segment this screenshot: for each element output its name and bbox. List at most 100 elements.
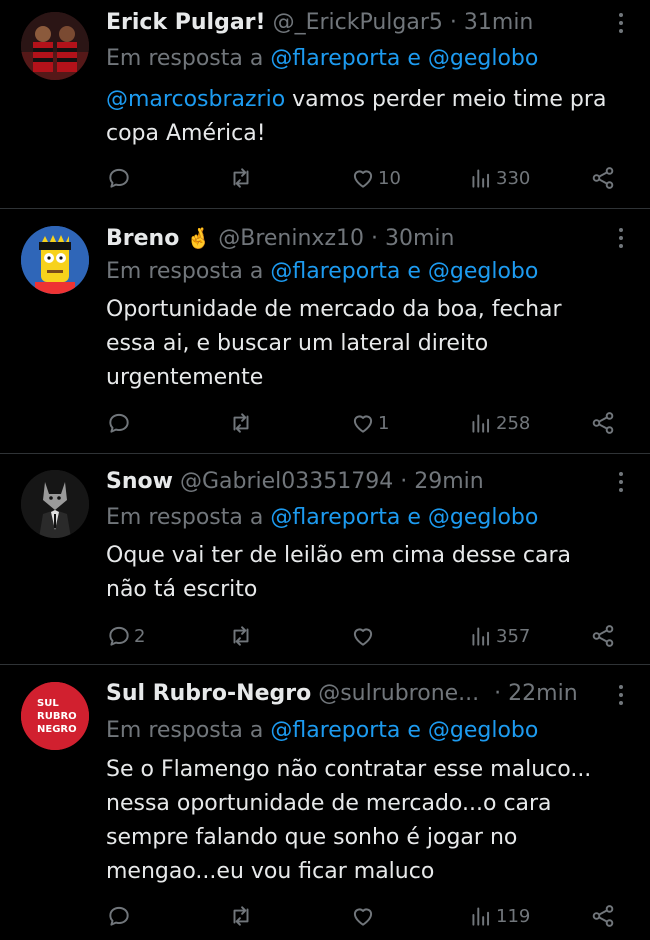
- tweet-text: @marcosbrazrio vamos perder meio time pr…: [106, 83, 626, 151]
- avatar-logo-text-2: RUBRO: [37, 711, 77, 722]
- separator: ·: [370, 226, 378, 251]
- more-icon[interactable]: [614, 680, 628, 710]
- display-name[interactable]: Breno: [106, 226, 179, 251]
- share-icon: [592, 625, 614, 647]
- tweet-header: Erick Pulgar! @_ErickPulgar5 · 31min: [106, 6, 600, 40]
- tweet-text-line: nessa oportunidade de mercado...o cara: [106, 791, 552, 816]
- like-count: 10: [378, 167, 401, 189]
- retweet-icon: [233, 906, 249, 926]
- reply-icon: [109, 413, 129, 433]
- timestamp[interactable]: 29min: [414, 469, 483, 494]
- avatar[interactable]: [21, 12, 89, 80]
- user-handle[interactable]: @Breninxz10: [218, 226, 364, 251]
- tweet-text-line: Oque vai ter de leilão em cima desse car…: [106, 543, 571, 568]
- tweet-text-segment: vamos perder meio time pra: [292, 87, 607, 112]
- share-button[interactable]: [590, 901, 616, 931]
- tweet-text: Oportunidade de mercado da boa, fechar e…: [106, 293, 626, 395]
- views-button[interactable]: 357: [468, 621, 530, 651]
- like-count: 1: [378, 412, 390, 434]
- more-icon[interactable]: [614, 8, 628, 38]
- reply-button[interactable]: [106, 901, 134, 931]
- view-count: 357: [496, 625, 531, 647]
- share-icon: [592, 905, 614, 927]
- retweet-icon: [233, 413, 249, 433]
- name-emoji: 🤞: [186, 226, 212, 250]
- tweet-header: Sul Rubro-Negro @sulrubrone... · 22min: [106, 677, 600, 711]
- tweet-sul-rubro-negro[interactable]: SUL RUBRO NEGRO Sul Rubro-Negro @sulrubr…: [0, 665, 650, 940]
- like-button[interactable]: [350, 901, 378, 931]
- retweet-button[interactable]: [228, 163, 254, 193]
- avatar-logo: SUL RUBRO NEGRO: [21, 682, 89, 750]
- retweet-button[interactable]: [228, 621, 254, 651]
- tweet-actions: 119: [106, 901, 630, 931]
- share-icon: [592, 412, 614, 434]
- user-handle[interactable]: @_ErickPulgar5: [273, 10, 443, 35]
- tweet-actions: 1 258: [106, 408, 630, 438]
- timestamp[interactable]: 22min: [508, 681, 577, 706]
- tweet-text-line: Se o Flamengo não contratar esse maluco.…: [106, 757, 592, 782]
- reply-mentions[interactable]: @flareporta e @geglobo: [270, 718, 538, 743]
- reply-button[interactable]: [106, 408, 134, 438]
- tweet-text-line: urgentemente: [106, 365, 264, 390]
- tweet-erick-pulgar[interactable]: Erick Pulgar! @_ErickPulgar5 · 31min Em …: [0, 0, 650, 209]
- avatar-image: [21, 470, 89, 538]
- share-button[interactable]: [590, 408, 616, 438]
- like-button[interactable]: [350, 621, 378, 651]
- avatar-logo-text-3: NEGRO: [37, 724, 77, 735]
- avatar[interactable]: SUL RUBRO NEGRO: [21, 682, 89, 750]
- avatar-image: [21, 226, 89, 294]
- share-icon: [592, 167, 614, 189]
- reply-mentions[interactable]: @flareporta e @geglobo: [270, 259, 538, 284]
- views-icon: [472, 627, 490, 646]
- views-icon: [472, 414, 490, 433]
- tweet-snow[interactable]: Snow @Gabriel03351794 · 29min Em respost…: [0, 454, 650, 665]
- more-icon[interactable]: [614, 467, 628, 497]
- tweet-text: Se o Flamengo não contratar esse maluco.…: [106, 753, 626, 889]
- timestamp[interactable]: 31min: [464, 10, 533, 35]
- more-icon[interactable]: [614, 223, 628, 253]
- display-name[interactable]: Erick Pulgar!: [106, 10, 266, 35]
- views-icon: [472, 907, 490, 926]
- tweet-header: Snow @Gabriel03351794 · 29min: [106, 465, 600, 499]
- reply-button[interactable]: [106, 163, 134, 193]
- reply-context: Em resposta a @flareporta e @geglobo: [106, 501, 538, 535]
- view-count: 330: [496, 167, 531, 189]
- views-icon: [472, 169, 490, 188]
- like-icon: [353, 628, 373, 646]
- avatar-logo-text-1: SUL: [37, 698, 59, 709]
- like-button[interactable]: 10: [350, 163, 401, 193]
- avatar[interactable]: [21, 226, 89, 294]
- user-handle[interactable]: @Gabriel03351794: [180, 469, 393, 494]
- tweet-text-line: Oportunidade de mercado da boa, fechar: [106, 297, 562, 322]
- tweet-header: Breno 🤞 @Breninxz10 · 30min: [106, 221, 600, 255]
- tweet-text-line: não tá escrito: [106, 577, 258, 602]
- tweet-text-line: mengao...eu vou ficar maluco: [106, 859, 435, 884]
- tweet-breno[interactable]: Breno 🤞 @Breninxz10 · 30min Em resposta …: [0, 209, 650, 454]
- retweet-button[interactable]: [228, 901, 254, 931]
- views-button[interactable]: 119: [468, 901, 530, 931]
- share-button[interactable]: [590, 621, 616, 651]
- reply-mentions[interactable]: @flareporta e @geglobo: [270, 505, 538, 530]
- user-handle[interactable]: @sulrubrone...: [318, 681, 479, 706]
- separator: ·: [449, 10, 457, 35]
- timestamp[interactable]: 30min: [385, 226, 454, 251]
- display-name[interactable]: Snow: [106, 469, 173, 494]
- avatar[interactable]: [21, 470, 89, 538]
- reply-button[interactable]: 2: [106, 621, 145, 651]
- mention-link[interactable]: @marcosbrazrio: [106, 87, 285, 112]
- display-name[interactable]: Sul Rubro-Negro: [106, 681, 311, 706]
- tweet-actions: 2 357: [106, 621, 630, 651]
- like-icon: [353, 170, 373, 188]
- views-button[interactable]: 258: [468, 408, 530, 438]
- reply-context: Em resposta a @flareporta e @geglobo: [106, 714, 538, 748]
- reply-mentions[interactable]: @flareporta e @geglobo: [270, 46, 538, 71]
- reply-icon: [109, 626, 129, 646]
- views-button[interactable]: 330: [468, 163, 530, 193]
- avatar-image: [21, 12, 89, 80]
- share-button[interactable]: [590, 163, 616, 193]
- like-button[interactable]: 1: [350, 408, 389, 438]
- reply-prefix: Em resposta a: [106, 505, 264, 530]
- retweet-button[interactable]: [228, 408, 254, 438]
- retweet-icon: [233, 626, 249, 646]
- tweet-actions: 10 330: [106, 163, 630, 193]
